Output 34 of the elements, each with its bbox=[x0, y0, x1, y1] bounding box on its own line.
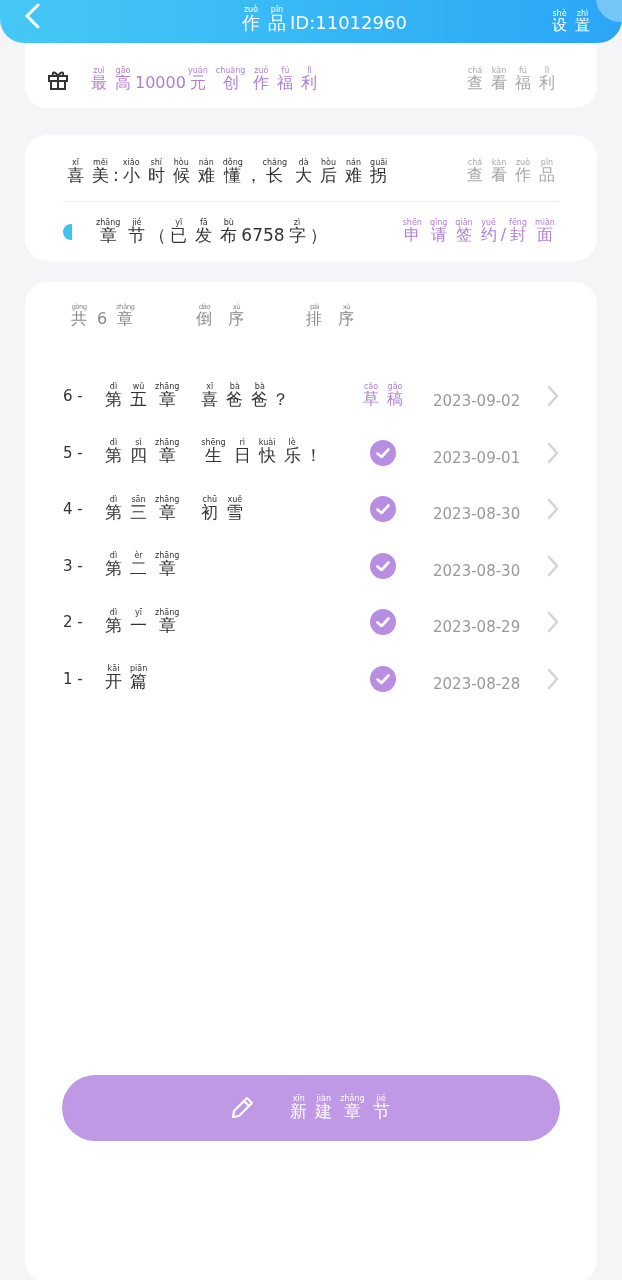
chapter-label[interactable]: 第 dì 一 yī 章 zhāng bbox=[101, 607, 184, 637]
section-marker bbox=[63, 224, 72, 240]
chapter-title[interactable]: 喜 xǐ 爸 bà 爸 bà ？ bbox=[197, 381, 290, 411]
chapter-number: 3 - bbox=[63, 556, 84, 575]
chapter-date: 2023-08-30 bbox=[433, 504, 522, 524]
work-title: 喜 xǐ 美 měi : 小 xiǎo 时 shí 候 hòu 难 nán 懂 dǒng ，长 cháng 大 dà 后 hòu 难 nán 拐 guǎi bbox=[66, 157, 389, 187]
chapter-label[interactable]: 第 dì 五 wǔ 章 zhāng bbox=[101, 381, 184, 411]
chapter-title[interactable]: 初 chū 雪 xuě bbox=[197, 494, 248, 524]
work-id-title: 作 zuò 品 pǐn ID:11012960 bbox=[241, 5, 407, 35]
chapter-date: 2023-09-01 bbox=[433, 447, 522, 467]
chevron-right-icon[interactable] bbox=[547, 554, 559, 577]
chevron-right-icon[interactable] bbox=[547, 385, 559, 408]
chevron-right-icon[interactable] bbox=[547, 611, 559, 634]
chevron-right-icon[interactable] bbox=[547, 441, 559, 464]
benefit-text: 最 zuì 高 gāo 10000元 yuán 创 chuàng 作 zuò 福 fú 利 lì bbox=[90, 65, 319, 94]
chevron-right-icon[interactable] bbox=[547, 667, 559, 690]
chapter-date: 2023-08-28 bbox=[433, 673, 522, 693]
chapter-label[interactable]: 第 dì 二 èr 章 zhāng bbox=[101, 551, 184, 581]
back-icon[interactable] bbox=[22, 3, 42, 29]
chapter-number: 6 - bbox=[63, 387, 84, 406]
chapter-title[interactable]: 生 shēng 日 rì 快 kuài 乐 lè ！ bbox=[197, 438, 322, 468]
chapter-date: 2023-08-29 bbox=[433, 617, 522, 637]
draft-label: 草 cǎo 稿 gǎo bbox=[362, 382, 404, 411]
chapters-label: 章 zhāng 节 jié （ 已 yǐ 发 fā 布 bù 6758 字 zì ） bbox=[95, 217, 327, 247]
chapter-label[interactable]: 第 dì 四 sì 章 zhāng bbox=[101, 438, 184, 468]
chapter-date: 2023-09-02 bbox=[433, 391, 522, 411]
chapter-number: 5 - bbox=[63, 443, 84, 462]
chapter-number: 2 - bbox=[63, 613, 84, 632]
chapter-date: 2023-08-30 bbox=[433, 560, 522, 580]
chapter-label[interactable]: 第 dì 三 sān 章 zhāng bbox=[101, 494, 184, 524]
chapter-label[interactable]: 开 kāi 篇 piān bbox=[101, 664, 152, 694]
chevron-right-icon[interactable] bbox=[547, 498, 559, 521]
chapter-number: 4 - bbox=[63, 500, 84, 519]
chapter-number: 1 - bbox=[63, 669, 84, 688]
